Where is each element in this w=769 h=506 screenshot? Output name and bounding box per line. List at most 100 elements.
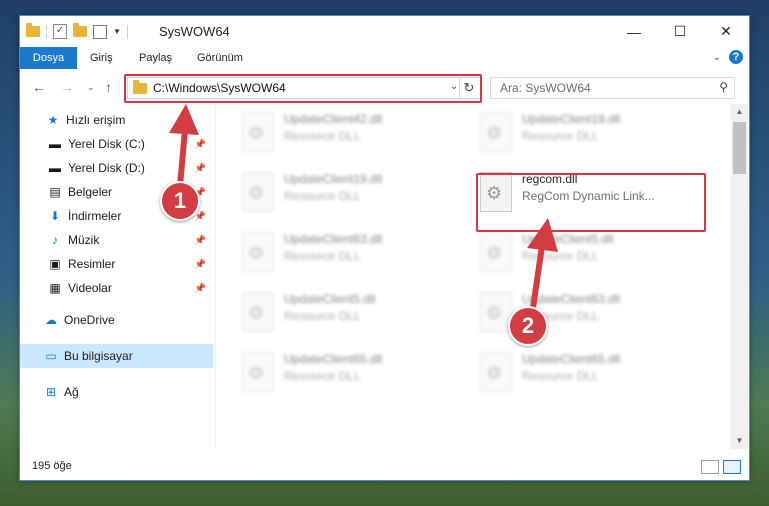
scroll-thumb[interactable] <box>733 122 746 174</box>
file-description: Resource DLL <box>284 129 361 143</box>
tab-file[interactable]: Dosya <box>20 47 77 69</box>
pin-icon: 📌 <box>194 162 206 173</box>
qat-dropdown-icon[interactable]: ▼ <box>113 27 121 36</box>
ribbon-controls: ⌄ ? <box>713 50 743 64</box>
sidebar-item-label: Yerel Disk (C:) <box>68 137 145 151</box>
view-toggle <box>701 460 741 474</box>
scroll-down-icon[interactable]: ▼ <box>731 433 748 449</box>
file-item[interactable]: UpdateClient42.dll Resource DLL <box>236 108 456 160</box>
file-item[interactable]: UpdateClient19.dll Resource DLL <box>236 168 456 220</box>
file-name: UpdateClient65.dll <box>284 352 383 366</box>
file-item[interactable]: UpdateClient19.dll Resource DLL <box>474 108 694 160</box>
file-name: UpdateClient63.dll <box>284 232 383 246</box>
window-title: SysWOW64 <box>159 24 230 39</box>
star-icon: ★ <box>47 113 59 127</box>
search-placeholder: Ara: SysWOW64 <box>500 81 591 95</box>
drive-icon: ▬ <box>49 161 61 175</box>
pin-icon: 📌 <box>194 282 206 293</box>
file-item[interactable]: UpdateClient65.dll Resource DLL <box>474 348 694 400</box>
file-list: UpdateClient42.dll Resource DLL UpdateCl… <box>216 104 735 449</box>
file-item[interactable]: UpdateClient5.dll Resource DLL <box>474 228 694 280</box>
file-item[interactable]: UpdateClient63.dll Resource DLL <box>236 228 456 280</box>
tiles-view-icon[interactable] <box>723 460 741 474</box>
customize-icon[interactable] <box>93 24 107 39</box>
pin-icon: 📌 <box>194 258 206 269</box>
vertical-scrollbar[interactable]: ▲ ▼ <box>731 104 748 449</box>
network-icon: ⊞ <box>45 385 57 399</box>
dll-file-icon <box>242 352 274 392</box>
status-bar: 195 öğe <box>20 456 749 479</box>
quick-access-toolbar: ✓ ▼ <box>26 23 128 39</box>
recent-locations-icon[interactable]: ⌄ <box>87 82 95 93</box>
sidebar-item-label: Bu bilgisayar <box>64 349 133 363</box>
item-count: 195 öğe <box>32 460 72 472</box>
toolbar-separator <box>46 24 47 39</box>
file-description: Resource DLL <box>522 249 599 263</box>
sidebar-item-local-disk-c[interactable]: ▬ Yerel Disk (C:) 📌 <box>20 132 213 156</box>
file-name: UpdateClient5.dll <box>522 232 614 246</box>
navigation-pane: ★ Hızlı erişim ▬ Yerel Disk (C:) 📌 ▬ Yer… <box>20 104 216 449</box>
file-item[interactable]: UpdateClient63.dll Resource DLL <box>474 288 694 340</box>
expand-ribbon-icon[interactable]: ⌄ <box>713 52 721 63</box>
sidebar-item-label: Belgeler <box>68 185 113 199</box>
callout-badge-two: 2 <box>508 306 548 346</box>
tab-view[interactable]: Görünüm <box>197 47 243 69</box>
computer-icon: ▭ <box>45 349 57 363</box>
file-item[interactable]: UpdateClient65.dll Resource DLL <box>236 348 456 400</box>
callout-badge-one: 1 <box>160 181 200 221</box>
sidebar-item-label: Resimler <box>68 257 116 271</box>
file-description: Resource DLL <box>284 189 361 203</box>
details-view-icon[interactable] <box>701 460 719 474</box>
sidebar-item-onedrive[interactable]: ☁ OneDrive <box>20 308 213 332</box>
dll-file-icon <box>242 112 274 152</box>
file-name: UpdateClient42.dll <box>284 112 383 126</box>
pin-icon: 📌 <box>194 234 206 245</box>
forward-button[interactable]: → <box>60 79 74 95</box>
download-icon: ⬇ <box>49 209 61 223</box>
dll-file-icon <box>242 292 274 332</box>
sidebar-item-label: OneDrive <box>64 313 115 327</box>
sidebar-item-local-disk-d[interactable]: ▬ Yerel Disk (D:) 📌 <box>20 156 213 180</box>
search-input[interactable]: Ara: SysWOW64 ⚲ <box>490 77 735 99</box>
toolbar-separator <box>126 24 128 39</box>
file-name: UpdateClient19.dll <box>284 172 383 186</box>
dll-file-icon <box>242 232 274 272</box>
sidebar-item-this-pc[interactable]: ▭ Bu bilgisayar <box>20 344 213 368</box>
pictures-icon: ▣ <box>49 257 61 271</box>
sidebar-item-videos[interactable]: ▦ Videolar 📌 <box>20 276 213 300</box>
sidebar-item-label: Hızlı erişim <box>66 113 126 127</box>
sidebar-item-music[interactable]: ♪ Müzik 📌 <box>20 228 213 252</box>
search-icon[interactable]: ⚲ <box>719 80 728 94</box>
drive-icon: ▬ <box>49 137 61 151</box>
documents-icon: ▤ <box>49 185 61 199</box>
tab-home[interactable]: Giriş <box>90 47 113 69</box>
close-button[interactable]: ✕ <box>703 16 749 47</box>
sidebar-item-quick-access[interactable]: ★ Hızlı erişim <box>20 108 213 132</box>
properties-check-icon[interactable]: ✓ <box>53 24 67 39</box>
sidebar-item-label: Ağ <box>64 385 79 399</box>
pin-icon: 📌 <box>194 138 206 149</box>
up-button[interactable]: ↑ <box>105 79 112 95</box>
window-controls: — ☐ ✕ <box>611 16 749 47</box>
tab-share[interactable]: Paylaş <box>139 47 172 69</box>
sidebar-item-pictures[interactable]: ▣ Resimler 📌 <box>20 252 213 276</box>
address-row: ← → ⌄ ↑ C:\Windows\SysWOW64 ⌄ ↻ Ara: Sys… <box>20 70 749 104</box>
file-description: Resource DLL <box>284 309 361 323</box>
cloud-icon: ☁ <box>45 313 57 327</box>
minimize-button[interactable]: — <box>611 16 657 47</box>
new-folder-icon[interactable] <box>73 23 87 37</box>
sidebar-item-network[interactable]: ⊞ Ağ <box>20 380 213 404</box>
file-name: UpdateClient19.dll <box>522 112 621 126</box>
back-button[interactable]: ← <box>32 79 46 95</box>
file-name: UpdateClient65.dll <box>522 352 621 366</box>
sidebar-item-label: İndirmeler <box>68 209 122 223</box>
scroll-up-icon[interactable]: ▲ <box>731 104 748 120</box>
help-icon[interactable]: ? <box>729 50 743 64</box>
music-icon: ♪ <box>52 233 58 247</box>
dll-file-icon <box>480 232 512 272</box>
maximize-button[interactable]: ☐ <box>657 16 703 47</box>
address-highlight-box <box>124 74 482 103</box>
regcom-highlight-box <box>476 173 706 232</box>
sidebar-item-label: Yerel Disk (D:) <box>68 161 145 175</box>
file-item[interactable]: UpdateClient5.dll Resource DLL <box>236 288 456 340</box>
